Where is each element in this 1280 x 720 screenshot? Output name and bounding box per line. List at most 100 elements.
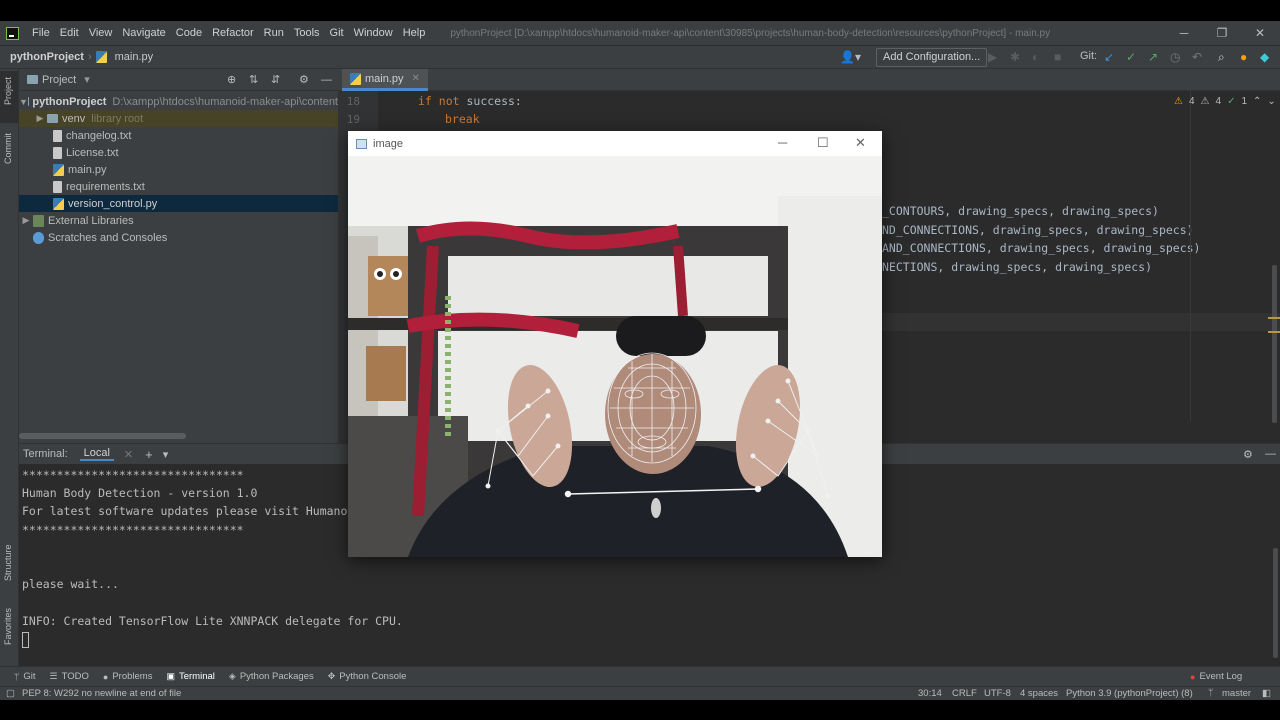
gear-icon[interactable]: ⚙ (1243, 448, 1253, 461)
code-line[interactable]: AND_CONNECTIONS, drawing_specs, drawing_… (882, 241, 1201, 255)
run-icon[interactable]: ▶ (988, 50, 997, 64)
chevron-up-icon[interactable]: ⌃ (1253, 96, 1261, 107)
terminal-cursor[interactable] (22, 632, 29, 648)
menu-view[interactable]: View (84, 27, 118, 39)
hide-icon[interactable]: — (321, 74, 332, 86)
horizontal-scrollbar[interactable] (19, 433, 186, 439)
locate-icon[interactable]: ⊕ (227, 73, 236, 86)
restore-icon[interactable]: ❐ (1204, 21, 1240, 45)
plugin-icon[interactable]: ◆ (1260, 50, 1269, 64)
tree-item-file[interactable]: main.py (19, 161, 338, 178)
maximize-icon[interactable]: ☐ (817, 135, 829, 151)
stop-icon[interactable]: ■ (1054, 50, 1061, 64)
toolwindow-python-packages[interactable]: ◈ Python Packages (229, 671, 314, 682)
tree-item-venv[interactable]: ▶ venv library root (19, 110, 338, 127)
editor-scrollbar[interactable] (1272, 265, 1277, 423)
expand-all-icon[interactable]: ⇅ (249, 73, 258, 86)
git-commit-icon[interactable]: ✓ (1126, 50, 1136, 64)
menu-file[interactable]: File (27, 27, 55, 39)
structure-stripe-label[interactable]: Structure (3, 544, 13, 581)
toolwindow-git[interactable]: ᛘ Git (14, 671, 36, 682)
breadcrumb-file[interactable]: main.py (115, 51, 154, 63)
git-history-icon[interactable]: ◷ (1170, 50, 1180, 64)
toolwindow-python-console[interactable]: ✥ Python Console (328, 671, 407, 682)
add-icon[interactable]: + (145, 447, 153, 462)
chevron-down-icon[interactable]: ▾ (84, 73, 90, 86)
menu-run[interactable]: Run (259, 27, 289, 39)
menu-code[interactable]: Code (171, 27, 207, 39)
menu-window[interactable]: Window (349, 27, 398, 39)
code-line[interactable]: _CONTOURS, drawing_specs, drawing_specs) (882, 204, 1159, 218)
file-encoding[interactable]: UTF-8 (984, 687, 1011, 700)
left-tool-stripe: Project Commit Structure Favorites (0, 69, 19, 666)
tab-main-py[interactable]: main.py ✕ (342, 69, 428, 91)
menu-edit[interactable]: Edit (55, 27, 84, 39)
status-message[interactable]: PEP 8: W292 no newline at end of file (22, 687, 181, 700)
toolwindow-problems[interactable]: ● Problems (103, 671, 153, 682)
git-rollback-icon[interactable]: ↶ (1192, 50, 1202, 64)
chevron-down-icon[interactable]: ▾ (163, 448, 169, 461)
search-icon[interactable]: ⌕ (1218, 50, 1225, 65)
menu-tools[interactable]: Tools (289, 27, 325, 39)
hide-icon[interactable]: — (1265, 448, 1276, 460)
close-tab-icon[interactable]: ✕ (412, 73, 420, 84)
coverage-icon[interactable]: ◐ (1032, 50, 1039, 64)
code-line-break[interactable]: break (445, 112, 480, 126)
update-icon[interactable]: ● (1240, 50, 1247, 64)
close-icon[interactable]: ✕ (855, 135, 866, 151)
line-separator[interactable]: CRLF (952, 687, 977, 700)
chevron-right-icon[interactable]: ▶ (19, 215, 33, 226)
lock-icon[interactable]: ◧ (1262, 687, 1271, 700)
breadcrumb-project[interactable]: pythonProject (10, 51, 84, 63)
menu-navigate[interactable]: Navigate (117, 27, 170, 39)
error-badge-icon: ● (1190, 671, 1196, 682)
toolwindow-todo[interactable]: ☰ TODO (50, 671, 89, 682)
caret-position[interactable]: 30:14 (918, 687, 942, 700)
tree-item-scratches[interactable]: Scratches and Consoles (19, 229, 338, 246)
project-stripe-label[interactable]: Project (3, 77, 13, 105)
indent-setting[interactable]: 4 spaces (1020, 687, 1058, 700)
tree-item-file[interactable]: requirements.txt (19, 178, 338, 195)
git-push-icon[interactable]: ↗ (1148, 50, 1158, 64)
git-update-icon[interactable]: ↙ (1104, 50, 1114, 64)
status-square-icon[interactable]: ▢ (6, 687, 15, 700)
tree-root[interactable]: ▼ pythonProject D:\xampp\htdocs\humanoid… (19, 93, 338, 110)
inspection-widget[interactable]: ⚠ 4 ⚠ 4 ✓ 1 ⌃ ⌄ (1174, 96, 1276, 107)
toolwindow-label: Terminal (178, 671, 215, 682)
debug-icon[interactable]: ✱ (1010, 50, 1020, 64)
chevron-right-icon[interactable]: ▶ (33, 113, 47, 124)
add-configuration-button[interactable]: Add Configuration... (876, 48, 988, 67)
toolwindow-terminal[interactable]: ▣ Terminal (166, 671, 214, 682)
scratches-icon (33, 231, 44, 244)
minimize-icon[interactable]: ─ (1166, 21, 1202, 45)
commit-stripe-label[interactable]: Commit (3, 133, 13, 164)
tree-item-file[interactable]: License.txt (19, 144, 338, 161)
minimize-icon[interactable]: ─ (778, 135, 787, 150)
code-line-if[interactable]: if not success: (418, 94, 522, 108)
chevron-down-icon[interactable]: ▼ (19, 97, 28, 107)
terminal-scrollbar[interactable] (1273, 548, 1278, 658)
gear-icon[interactable]: ⚙ (299, 73, 309, 86)
chevron-down-icon[interactable]: ⌄ (1267, 96, 1275, 107)
menu-help[interactable]: Help (398, 27, 431, 39)
tab-local[interactable]: Local (79, 447, 114, 461)
tree-item-file-selected[interactable]: version_control.py (19, 195, 338, 212)
tree-item-file[interactable]: changelog.txt (19, 127, 338, 144)
python-interpreter[interactable]: Python 3.9 (pythonProject) (8) (1066, 687, 1193, 700)
project-panel: Project ▾ ⊕ ⇅ ⇵ ⚙ — ▼ pythonProject D:\x… (19, 69, 338, 443)
image-window-titlebar[interactable]: image ─ ☐ ✕ (348, 131, 882, 156)
code-line[interactable]: NECTIONS, drawing_specs, drawing_specs) (882, 260, 1152, 274)
close-tab-icon[interactable]: ✕ (124, 448, 133, 461)
code-line[interactable]: ND_CONNECTIONS, drawing_specs, drawing_s… (882, 223, 1194, 237)
project-panel-title[interactable]: Project (42, 74, 76, 86)
tree-item-external-libraries[interactable]: ▶ External Libraries (19, 212, 338, 229)
menu-refactor[interactable]: Refactor (207, 27, 259, 39)
event-log-button[interactable]: ● Event Log (1190, 671, 1242, 682)
close-icon[interactable]: ✕ (1242, 21, 1278, 45)
user-icon[interactable]: 👤▾ (840, 50, 861, 64)
menu-git[interactable]: Git (325, 27, 349, 39)
collapse-all-icon[interactable]: ⇵ (271, 73, 280, 86)
image-window[interactable]: image ─ ☐ ✕ (348, 131, 882, 557)
favorites-stripe-label[interactable]: Favorites (3, 608, 13, 645)
git-branch[interactable]: master (1222, 687, 1251, 700)
